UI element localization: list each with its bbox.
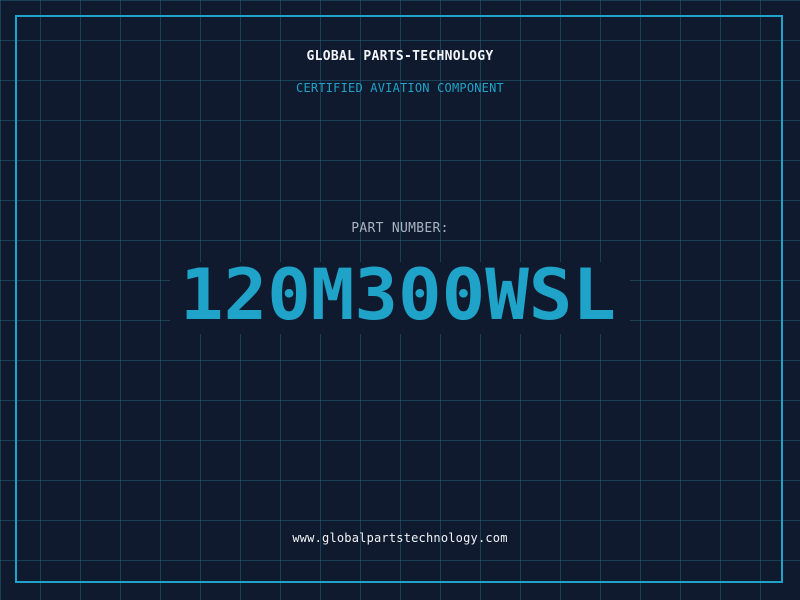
website-url: www.globalpartstechnology.com bbox=[292, 531, 508, 545]
part-number-label: PART NUMBER: bbox=[351, 221, 449, 236]
company-name: GLOBAL PARTS-TECHNOLOGY bbox=[306, 49, 494, 64]
part-number-container: 120M300WSL bbox=[0, 262, 800, 334]
part-number-value: 120M300WSL bbox=[180, 262, 616, 334]
part-number-box: 120M300WSL bbox=[170, 262, 630, 334]
certification-tagline: CERTIFIED AVIATION COMPONENT bbox=[296, 81, 504, 95]
part-number-text: 120M300WSL bbox=[180, 262, 616, 334]
certificate-page: GLOBAL PARTS-TECHNOLOGY CERTIFIED AVIATI… bbox=[0, 0, 800, 600]
